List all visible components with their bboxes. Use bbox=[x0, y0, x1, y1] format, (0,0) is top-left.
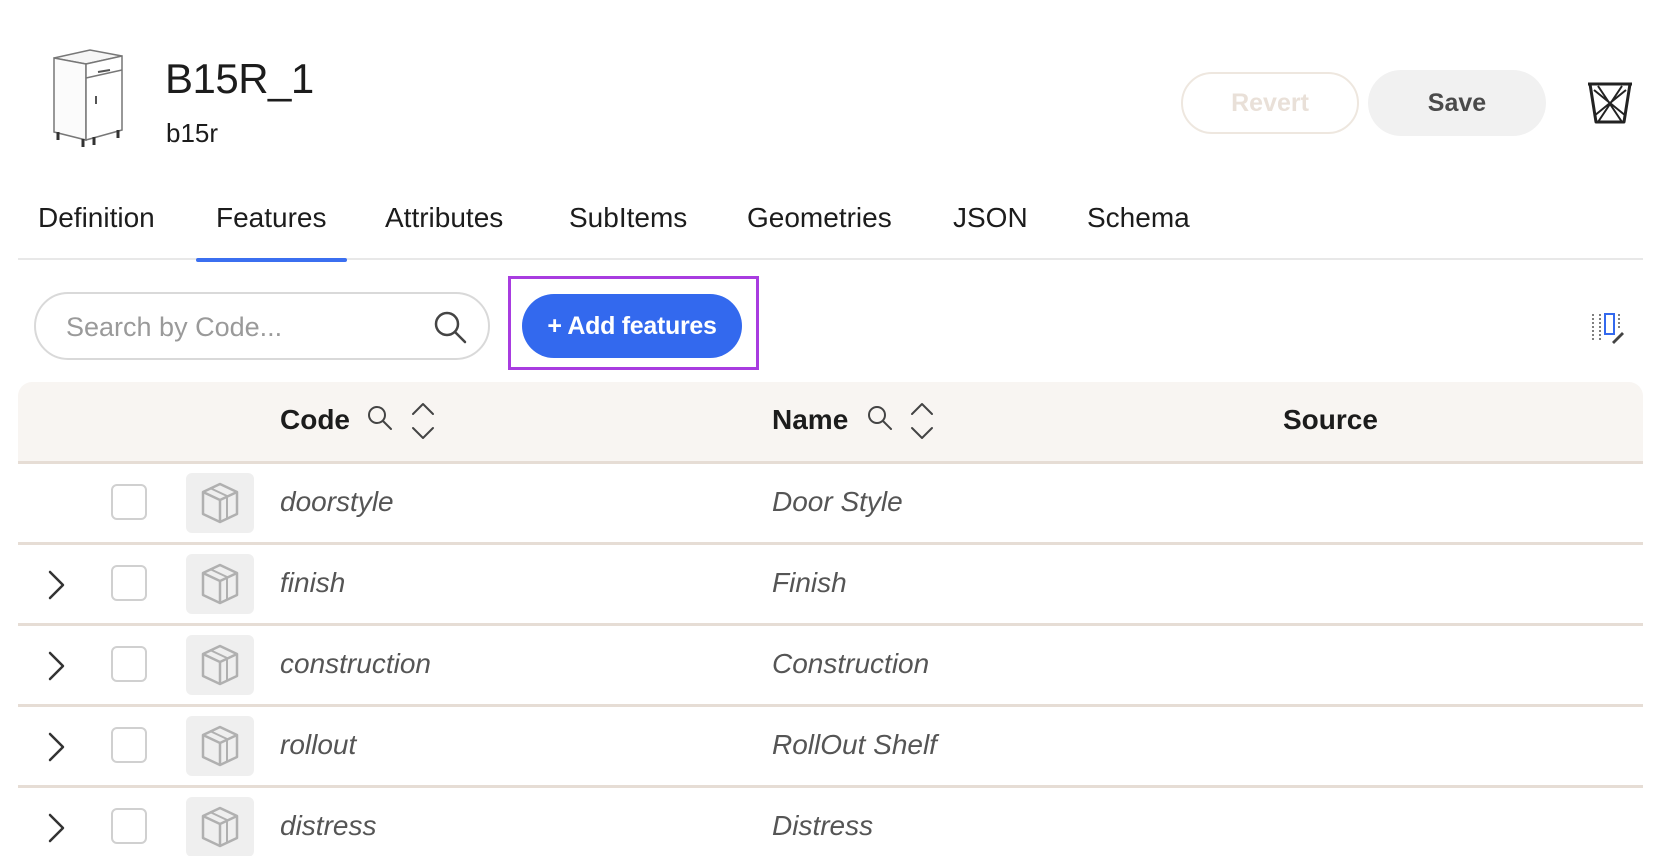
tab-json[interactable]: JSON bbox=[953, 202, 1028, 258]
cube-icon bbox=[186, 797, 254, 856]
cabinet-icon bbox=[50, 44, 126, 150]
tab-definition[interactable]: Definition bbox=[38, 202, 155, 258]
row-checkbox[interactable] bbox=[111, 646, 147, 682]
tab-bar: Definition Features Attributes SubItems … bbox=[18, 190, 1643, 262]
page-title: B15R_1 bbox=[165, 55, 314, 102]
search-box bbox=[34, 292, 490, 360]
add-features-button[interactable]: + Add features bbox=[522, 294, 742, 358]
cell-code: finish bbox=[280, 567, 346, 598]
trash-icon[interactable] bbox=[1584, 76, 1636, 128]
table-row[interactable]: construction Construction bbox=[18, 626, 1643, 707]
cell-code: rollout bbox=[280, 729, 357, 760]
table-header: Code Name Source bbox=[18, 382, 1643, 464]
search-icon[interactable] bbox=[432, 309, 468, 345]
column-settings-icon[interactable] bbox=[1590, 310, 1626, 346]
sort-icon[interactable] bbox=[909, 400, 935, 442]
search-icon[interactable] bbox=[866, 404, 894, 432]
sort-icon[interactable] bbox=[410, 400, 436, 442]
cell-name: RollOut Shelf bbox=[772, 729, 937, 760]
cube-icon bbox=[186, 716, 254, 776]
cell-name: Distress bbox=[772, 810, 874, 841]
page-subtitle: b15r bbox=[166, 118, 219, 148]
cube-icon bbox=[186, 473, 254, 533]
row-checkbox[interactable] bbox=[111, 727, 147, 763]
cell-code: construction bbox=[280, 648, 431, 679]
column-header-code: Code bbox=[280, 404, 350, 435]
tab-attributes[interactable]: Attributes bbox=[385, 202, 503, 258]
table-row[interactable]: distress Distress bbox=[18, 788, 1643, 856]
tab-features[interactable]: Features bbox=[196, 202, 346, 262]
tab-geometries[interactable]: Geometries bbox=[747, 202, 892, 258]
search-input[interactable] bbox=[66, 308, 426, 346]
cell-code: doorstyle bbox=[280, 486, 394, 517]
cube-icon bbox=[186, 635, 254, 695]
search-icon[interactable] bbox=[366, 404, 394, 432]
tab-subitems[interactable]: SubItems bbox=[569, 202, 687, 258]
chevron-right-icon[interactable] bbox=[42, 650, 70, 682]
cell-name: Finish bbox=[772, 567, 847, 598]
item-header: B15R_1 b15r Revert Save bbox=[0, 0, 1654, 170]
cell-code: distress bbox=[280, 810, 377, 841]
chevron-right-icon[interactable] bbox=[42, 731, 70, 763]
cell-name: Door Style bbox=[772, 486, 903, 517]
column-header-name: Name bbox=[772, 404, 849, 435]
table-row[interactable]: rollout RollOut Shelf bbox=[18, 707, 1643, 788]
features-table: Code Name Source doorstyle Door Style fi… bbox=[18, 382, 1643, 856]
row-checkbox[interactable] bbox=[111, 484, 147, 520]
chevron-right-icon[interactable] bbox=[42, 569, 70, 601]
cell-name: Construction bbox=[772, 648, 930, 679]
table-row[interactable]: finish Finish bbox=[18, 545, 1643, 626]
row-checkbox[interactable] bbox=[111, 565, 147, 601]
cube-icon bbox=[186, 554, 254, 614]
column-header-source: Source bbox=[1283, 404, 1378, 435]
save-button[interactable]: Save bbox=[1368, 70, 1546, 136]
revert-button[interactable]: Revert bbox=[1181, 72, 1359, 134]
chevron-right-icon[interactable] bbox=[42, 812, 70, 844]
table-row[interactable]: doorstyle Door Style bbox=[18, 464, 1643, 545]
tab-schema[interactable]: Schema bbox=[1087, 202, 1190, 258]
row-checkbox[interactable] bbox=[111, 808, 147, 844]
